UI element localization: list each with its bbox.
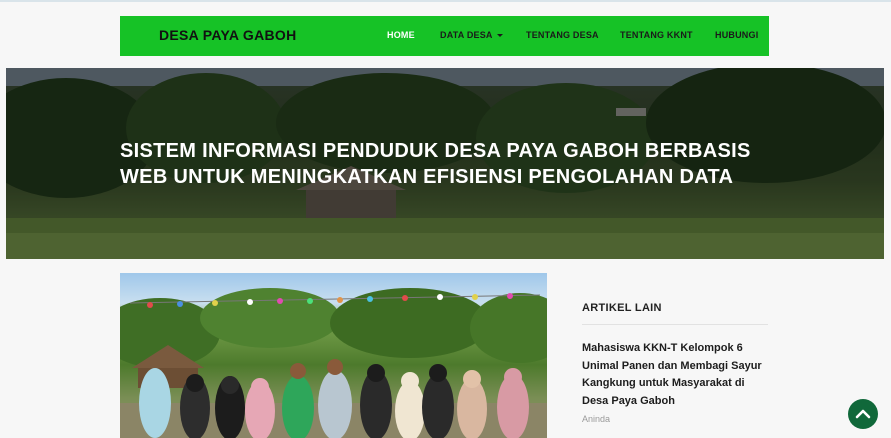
caret-down-icon — [496, 34, 503, 38]
nav-tentang-kknt[interactable]: TENTANG KKNT — [620, 30, 693, 40]
nav-data-desa-label: DATA DESA — [440, 30, 493, 40]
nav-hubungi[interactable]: HUBUNGI — [715, 30, 758, 40]
hero-banner: SISTEM INFORMASI PENDUDUK DESA PAYA GABO… — [6, 68, 884, 259]
nav-data-desa[interactable]: DATA DESA — [440, 30, 503, 40]
hero-title: SISTEM INFORMASI PENDUDUK DESA PAYA GABO… — [120, 138, 780, 190]
hero-title-line-2: WEB UNTUK MENINGKATKAN EFISIENSI PENGOLA… — [120, 166, 734, 188]
hero-title-line-1: SISTEM INFORMASI PENDUDUK DESA PAYA GABO… — [120, 140, 751, 162]
chevron-up-icon — [855, 409, 871, 419]
nav-home[interactable]: HOME — [387, 30, 415, 40]
sidebar-article-link[interactable]: Mahasiswa KKN-T Kelompok 6 Unimal Panen … — [582, 340, 772, 410]
sidebar-article-author: Aninda — [582, 414, 611, 424]
sidebar-heading: ARTIKEL LAIN — [582, 302, 662, 314]
featured-article-photo[interactable] — [120, 273, 547, 438]
group-photo-image — [120, 288, 547, 438]
nav-tentang-desa[interactable]: TENTANG DESA — [526, 30, 599, 40]
brand-link[interactable]: DESA PAYA GABOH — [159, 27, 297, 43]
main-navbar: DESA PAYA GABOH HOME DATA DESA TENTANG D… — [120, 16, 769, 56]
scroll-top-button[interactable] — [848, 399, 878, 429]
sidebar-divider — [582, 324, 768, 325]
